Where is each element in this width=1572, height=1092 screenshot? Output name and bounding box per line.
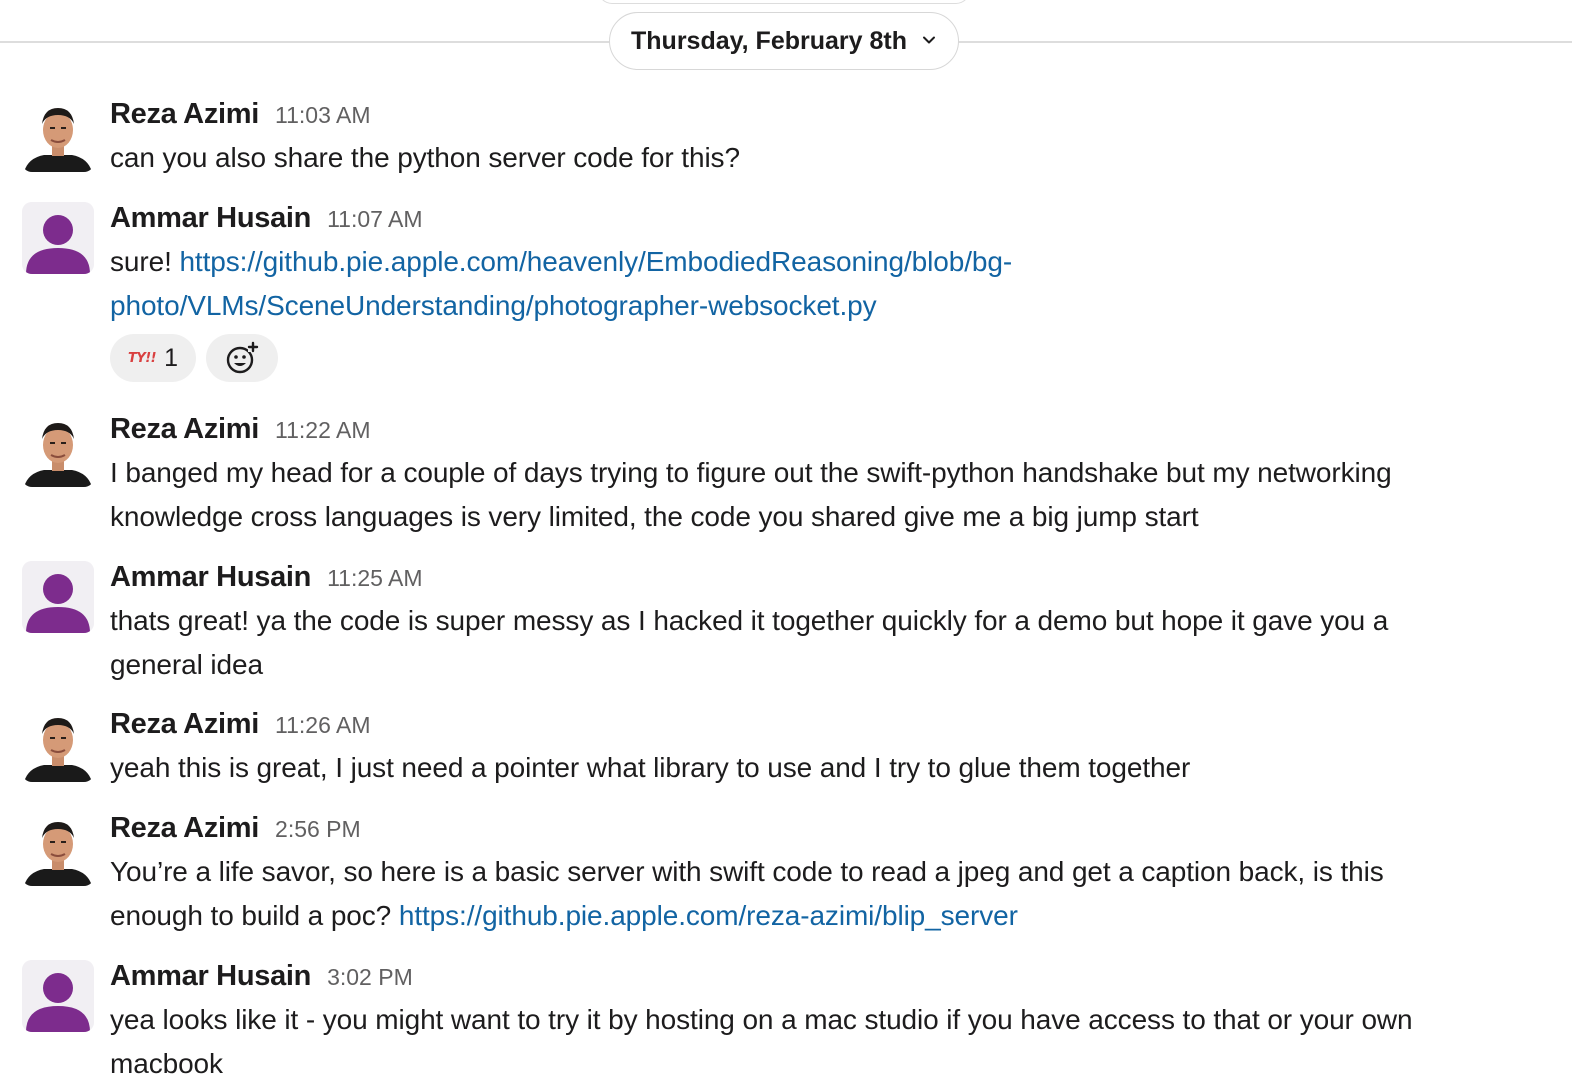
author-name[interactable]: Reza Azimi [110, 812, 259, 845]
github-link[interactable]: https://github.pie.apple.com/reza-azimi/… [399, 900, 1018, 931]
default-user-icon [22, 202, 94, 274]
author-name[interactable]: Ammar Husain [110, 561, 311, 594]
message-line-with-link: enough to build a poc? https://github.pi… [110, 894, 1550, 938]
message-line: You’re a life savor, so here is a basic … [110, 856, 1384, 887]
message-line: yeah this is great, I just need a pointe… [110, 752, 1191, 783]
author-name[interactable]: Ammar Husain [110, 202, 311, 235]
message-line: macbook [110, 1048, 223, 1079]
user-photo-icon [22, 100, 94, 172]
message-text: can you also share the python server cod… [110, 136, 1550, 180]
add-reaction-button[interactable] [206, 334, 278, 382]
message-line: thats great! ya the code is super messy … [110, 605, 1389, 636]
message-text: sure! https://github.pie.apple.com/heave… [110, 240, 1550, 328]
reactions-bar: TY!! 1 [110, 334, 278, 382]
message-line: knowledge cross languages is very limite… [110, 501, 1199, 532]
date-label: Thursday, February 8th [631, 26, 907, 55]
add-emoji-icon [226, 341, 259, 374]
message-text: thats great! ya the code is super messy … [110, 599, 1550, 687]
message-line: general idea [110, 649, 263, 680]
avatar[interactable] [22, 814, 94, 886]
default-user-icon [22, 561, 94, 633]
message-line: sure! [110, 246, 180, 277]
message-line: I banged my head for a couple of days tr… [110, 457, 1392, 488]
message-text: yea looks like it - you might want to tr… [110, 998, 1550, 1086]
reaction-ty[interactable]: TY!! 1 [110, 334, 196, 382]
user-photo-icon [22, 814, 94, 886]
ty-emoji-icon: TY!! [127, 350, 157, 366]
link-line-1: https://github.pie.apple.com/heavenly/Em… [179, 246, 1013, 277]
timestamp[interactable]: 11:25 AM [327, 565, 422, 592]
author-name[interactable]: Reza Azimi [110, 413, 259, 446]
timestamp[interactable]: 11:26 AM [275, 712, 370, 739]
day-divider: Thursday, February 8th [0, 0, 1572, 80]
date-jump-button[interactable]: Thursday, February 8th [609, 12, 959, 70]
timestamp[interactable]: 2:56 PM [275, 816, 361, 843]
avatar[interactable] [22, 202, 94, 274]
author-name[interactable]: Ammar Husain [110, 960, 311, 993]
avatar[interactable] [22, 415, 94, 487]
link-line-2: photo/VLMs/SceneUnderstanding/photograph… [110, 290, 877, 321]
message-text: yeah this is great, I just need a pointe… [110, 746, 1550, 790]
avatar[interactable] [22, 710, 94, 782]
github-link[interactable]: https://github.pie.apple.com/heavenly/Em… [110, 246, 1012, 321]
chevron-down-icon [923, 36, 935, 44]
message-line: enough to build a poc? [110, 900, 399, 931]
author-name[interactable]: Reza Azimi [110, 98, 259, 131]
user-photo-icon [22, 415, 94, 487]
default-user-icon [22, 960, 94, 1032]
message-line: can you also share the python server cod… [110, 142, 740, 173]
author-name[interactable]: Reza Azimi [110, 708, 259, 741]
timestamp[interactable]: 11:07 AM [327, 206, 422, 233]
avatar[interactable] [22, 561, 94, 633]
timestamp[interactable]: 11:03 AM [275, 102, 370, 129]
message-line: yea looks like it - you might want to tr… [110, 1004, 1413, 1035]
timestamp[interactable]: 11:22 AM [275, 417, 370, 444]
user-photo-icon [22, 710, 94, 782]
avatar[interactable] [22, 100, 94, 172]
message-text: I banged my head for a couple of days tr… [110, 451, 1550, 539]
timestamp[interactable]: 3:02 PM [327, 964, 413, 991]
avatar[interactable] [22, 960, 94, 1032]
message-text: You’re a life savor, so here is a basic … [110, 850, 1550, 938]
reaction-count: 1 [164, 343, 179, 372]
